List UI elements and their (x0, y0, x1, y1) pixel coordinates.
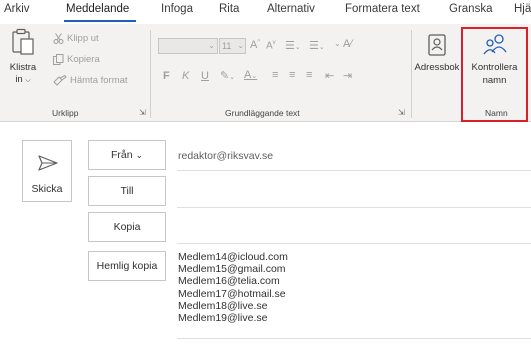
copy-label: Kopiera (67, 54, 100, 65)
from-address: redaktor@riksvav.se (178, 150, 274, 162)
tab-meddelande[interactable]: Meddelande (66, 3, 129, 15)
from-button[interactable]: Från ⌄ (88, 140, 166, 170)
underline-button[interactable]: U (201, 70, 209, 82)
format-painter-button[interactable]: Hämta format (53, 75, 128, 86)
grow-font-icon[interactable]: A^ (250, 39, 260, 51)
highlight-annotation (461, 27, 528, 122)
address-book-icon (428, 34, 446, 56)
chevron-down-icon: ⌄ (135, 150, 144, 160)
decrease-indent-icon[interactable]: ⇤ (325, 69, 334, 82)
bcc-divider (177, 338, 531, 339)
italic-button[interactable]: K (182, 70, 189, 82)
from-divider (177, 170, 531, 171)
format-painter-icon (53, 75, 67, 86)
scissors-icon (53, 33, 64, 44)
font-color-icon[interactable]: A⌄ (244, 69, 257, 81)
shrink-font-icon[interactable]: Av (266, 40, 276, 51)
to-input[interactable] (177, 176, 531, 206)
paste-label: Klistra (9, 62, 37, 73)
cut-button[interactable]: Klipp ut (53, 33, 99, 44)
paste-button[interactable]: Klistra in ⌵ (4, 28, 42, 98)
ribbon-tab-bar: Arkiv Meddelande Infoga Rita Alternativ … (0, 0, 531, 24)
to-divider (177, 207, 531, 208)
recipient-address: Medlem14@icloud.com (178, 251, 288, 263)
clear-formatting-icon[interactable]: A∕ (343, 38, 352, 50)
chevron-down-icon: ⌄ (208, 41, 215, 50)
bullets-icon[interactable]: ☰⌄ (285, 39, 301, 52)
chevron-down-icon[interactable]: ⌄ (334, 39, 341, 48)
dialog-launcher-icon[interactable]: ⇲ (398, 108, 407, 117)
align-right-icon[interactable]: ≡ (306, 69, 312, 81)
tab-hjalp[interactable]: Hjä (514, 3, 531, 15)
recipient-address: Medlem15@gmail.com (178, 263, 286, 276)
numbering-icon[interactable]: ☰⌄ (309, 39, 325, 52)
cut-label: Klipp ut (67, 33, 99, 44)
group-separator (150, 30, 151, 118)
recipient-address: Medlem17@hotmail.se (178, 287, 286, 300)
to-button[interactable]: Till (88, 176, 166, 206)
tab-arkiv[interactable]: Arkiv (4, 3, 30, 15)
basic-text-group-label: Grundläggande text (225, 108, 300, 118)
chevron-down-icon: ⌄ (237, 41, 244, 50)
increase-indent-icon[interactable]: ⇥ (343, 69, 352, 82)
send-button[interactable]: Skicka (22, 140, 72, 202)
align-center-icon[interactable]: ≡ (289, 69, 295, 81)
tab-rita[interactable]: Rita (219, 3, 239, 15)
send-label: Skicka (31, 183, 63, 195)
dialog-launcher-icon[interactable]: ⇲ (139, 108, 148, 117)
bcc-input[interactable]: Medlem14@icloud.com Medlem15@gmail.com M… (178, 251, 288, 324)
recipient-address: Medlem19@live.se (178, 311, 268, 324)
from-label: Från (110, 149, 133, 161)
address-book-label: Adressbok (414, 62, 460, 73)
bcc-button[interactable]: Hemlig kopia (88, 251, 166, 281)
active-tab-indicator (64, 20, 136, 22)
paste-label-2: in (15, 74, 23, 85)
bold-button[interactable]: F (163, 70, 170, 82)
copy-icon (53, 54, 64, 65)
cc-input[interactable] (177, 212, 531, 242)
format-painter-label: Hämta format (70, 75, 128, 86)
cc-button[interactable]: Kopia (88, 212, 166, 242)
copy-button[interactable]: Kopiera (53, 54, 100, 65)
group-separator (411, 30, 412, 118)
align-left-icon[interactable]: ≡ (272, 69, 278, 81)
recipient-address: Medlem18@live.se (178, 299, 268, 312)
paste-icon (12, 28, 34, 55)
address-book-button[interactable]: Adressbok (413, 28, 461, 100)
tab-infoga[interactable]: Infoga (161, 3, 193, 15)
tab-granska[interactable]: Granska (449, 3, 492, 15)
tab-alternativ[interactable]: Alternativ (267, 3, 315, 15)
recipient-address: Medlem16@telia.com (178, 275, 280, 288)
ribbon: Klistra in ⌵ Klipp ut Kopiera Hämta form… (0, 24, 531, 122)
font-size-value: 11 (222, 41, 232, 51)
chevron-down-icon: ⌵ (25, 77, 31, 84)
cc-divider (177, 243, 531, 244)
font-name-dropdown[interactable]: ⌄ (158, 38, 218, 54)
highlight-pen-icon[interactable]: ✎⌄ (220, 69, 235, 82)
tab-formatera-text[interactable]: Formatera text (345, 3, 420, 15)
send-icon (38, 155, 58, 171)
font-size-dropdown[interactable]: 11 ⌄ (219, 38, 246, 54)
clipboard-group-label: Urklipp (52, 108, 79, 118)
